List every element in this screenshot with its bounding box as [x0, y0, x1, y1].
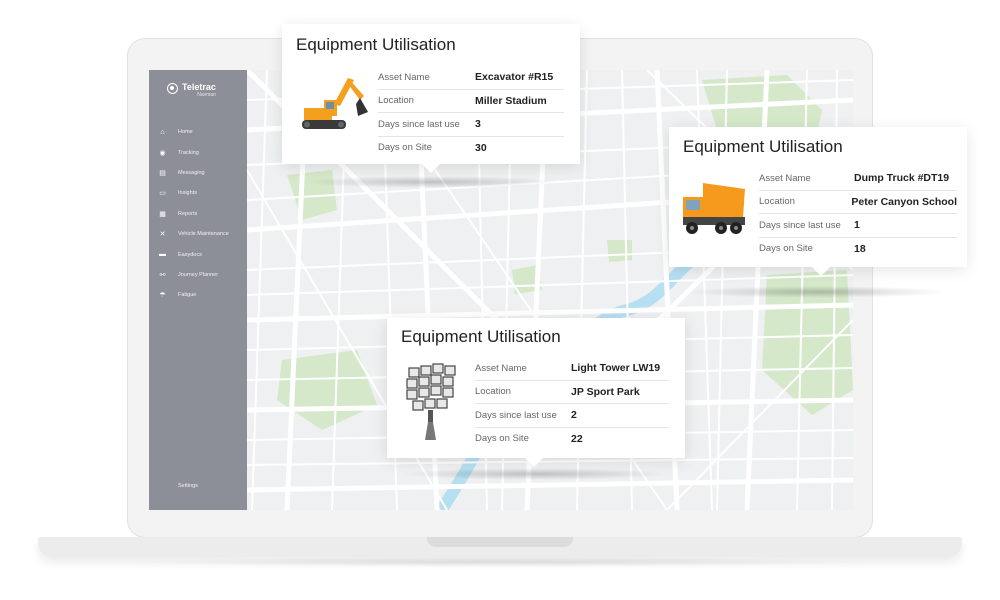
card-shadow — [300, 176, 560, 188]
sidebar-item-vehicle-maintenance[interactable]: ✕ Vehicle Maintenance — [149, 224, 247, 244]
brand-name: Teletrac — [182, 82, 216, 92]
label: Days on Site — [759, 243, 813, 255]
location-value: Miller Stadium — [475, 94, 547, 107]
excavator-icon — [302, 78, 368, 129]
asset-name-row: Asset Name Light Tower LW19 — [475, 357, 669, 381]
card-details: Asset Name Excavator #R15 Location Miller … — [378, 66, 564, 159]
location-value: Peter Canyon School — [851, 195, 957, 208]
location-row: Location JP Sport Park — [475, 381, 669, 404]
sidebar-item-label: Fatigue — [178, 292, 197, 299]
location-value: JP Sport Park — [571, 385, 640, 398]
sidebar-item-label: Messaging — [178, 169, 205, 176]
sidebar-item-reports[interactable]: ▦ Reports — [149, 204, 247, 224]
days-on-site-value: 18 — [854, 242, 866, 255]
fatigue-icon: ☂ — [159, 292, 166, 300]
dump-truck-icon — [683, 183, 745, 234]
label: Asset Name — [759, 172, 811, 184]
sidebar-item-label: Insights — [178, 190, 197, 197]
equipment-card-light-tower[interactable]: Equipment Utilisation Asset Name Light To… — [387, 318, 685, 467]
location-row: Location Miller Stadium — [378, 90, 564, 113]
home-icon: ⌂ — [160, 128, 165, 136]
route-icon: ⚯ — [159, 271, 166, 279]
wrench-icon: ✕ — [159, 231, 166, 239]
days-on-site-row: Days on Site 30 — [378, 137, 564, 160]
sidebar-item-fatigue[interactable]: ☂ Fatigue — [149, 285, 247, 305]
label: Location — [378, 95, 414, 107]
brand-logo[interactable]: Teletrac Navman — [167, 82, 216, 98]
sidebar-item-insights[interactable]: ▭ Insights — [149, 183, 247, 203]
light-tower-icon — [406, 363, 456, 440]
days-on-site-row: Days on Site 22 — [475, 428, 669, 451]
card-shadow — [685, 286, 950, 298]
card-details: Asset Name Dump Truck #DT19 Location Peter… — [759, 167, 957, 260]
sidebar-item-tracking[interactable]: ◉ Tracking — [149, 142, 247, 162]
label: Days on Site — [378, 142, 432, 154]
asset-name-value: Excavator #R15 — [475, 71, 554, 84]
days-on-site-value: 30 — [475, 141, 487, 154]
card-shadow — [400, 468, 670, 480]
days-since-row: Days since last use 1 — [759, 214, 957, 238]
insights-icon: ▭ — [159, 190, 166, 198]
card-title: Equipment Utilisation — [296, 35, 456, 54]
asset-name-row: Asset Name Dump Truck #DT19 — [759, 167, 957, 191]
card-details: Asset Name Light Tower LW19 Location JP Sp… — [475, 357, 669, 450]
messaging-icon: ▤ — [159, 169, 166, 177]
laptop-shadow — [120, 557, 880, 567]
location-row: Location Peter Canyon School — [759, 191, 957, 214]
sidebar-item-label: Easydocs — [178, 251, 202, 258]
equipment-card-excavator[interactable]: Equipment Utilisation Asset Name Excavato… — [282, 24, 580, 173]
equipment-card-dump-truck[interactable]: Equipment Utilisation Asset Name Dump Tru… — [669, 127, 967, 276]
sidebar-item-home[interactable]: ⌂ Home — [149, 122, 247, 142]
days-on-site-row: Days on Site 18 — [759, 238, 957, 261]
sidebar-item-label: Reports — [178, 210, 198, 217]
label: Days since last use — [378, 118, 460, 130]
label: Location — [759, 196, 795, 208]
laptop-notch — [427, 537, 573, 547]
brand-sub: Navman — [197, 92, 216, 98]
card-title: Equipment Utilisation — [683, 137, 843, 156]
days-since-row: Days since last use 2 — [475, 404, 669, 428]
teletrac-logo-icon — [167, 83, 178, 94]
asset-name-value: Light Tower LW19 — [571, 362, 661, 375]
days-since-row: Days since last use 3 — [378, 113, 564, 137]
label: Asset Name — [378, 71, 430, 83]
asset-name-value: Dump Truck #DT19 — [854, 172, 950, 185]
days-on-site-value: 22 — [571, 432, 583, 445]
tracking-icon: ◉ — [159, 149, 166, 157]
days-since-value: 1 — [854, 219, 860, 232]
label: Asset Name — [475, 362, 527, 374]
label: Days since last use — [759, 219, 841, 231]
label: Location — [475, 386, 511, 398]
sidebar: Teletrac Navman ⌂ Home ◉ Tracking ▤ Messagi… — [149, 70, 247, 510]
sidebar-item-label: Tracking — [178, 149, 199, 156]
asset-name-row: Asset Name Excavator #R15 — [378, 66, 564, 90]
label: Days since last use — [475, 409, 557, 421]
sidebar-item-label: Home — [178, 129, 193, 136]
sidebar-item-messaging[interactable]: ▤ Messaging — [149, 163, 247, 183]
sidebar-nav: ⌂ Home ◉ Tracking ▤ Messaging ▭ Insights ▦ Re… — [149, 122, 247, 306]
label: Days on Site — [475, 433, 529, 445]
sidebar-item-easydocs[interactable]: ▬ Easydocs — [149, 244, 247, 264]
sidebar-item-settings[interactable]: Settings — [178, 483, 198, 489]
document-icon: ▬ — [159, 251, 166, 259]
days-since-value: 3 — [475, 118, 481, 131]
card-title: Equipment Utilisation — [401, 327, 561, 346]
sidebar-item-label: Vehicle Maintenance — [178, 231, 229, 238]
days-since-value: 2 — [571, 409, 577, 422]
sidebar-item-label: Journey Planner — [178, 271, 219, 278]
sidebar-item-journey-planner[interactable]: ⚯ Journey Planner — [149, 265, 247, 285]
reports-icon: ▦ — [159, 210, 166, 218]
